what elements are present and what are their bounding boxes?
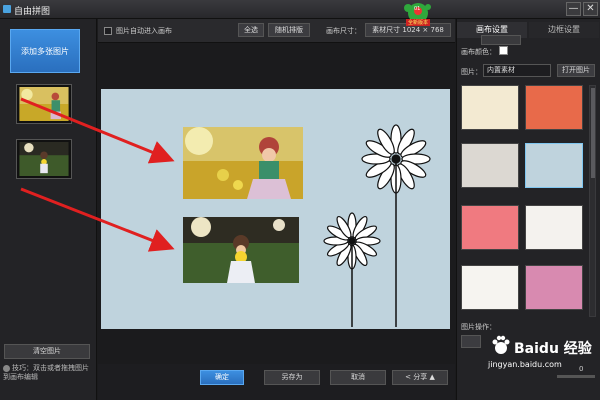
minimize-button[interactable]: — (566, 2, 581, 16)
tab-border-settings[interactable]: 边框设置 (529, 22, 599, 38)
canvas-workspace (20, 44, 455, 364)
scrollbar-thumb[interactable] (591, 88, 595, 178)
clear-images-button[interactable]: 清空图片 (4, 344, 90, 359)
canvas-color-label: 画布颜色： (461, 48, 496, 56)
collage-canvas[interactable] (20, 89, 450, 329)
app-icon (3, 5, 11, 13)
share-arrow-icon: ▲ (429, 373, 435, 381)
watermark-brand: Baidu 经验 (514, 341, 592, 357)
window-title: 自由拼图 (14, 7, 51, 17)
canvas-color-swatch[interactable] (499, 46, 508, 55)
baidu-paw-icon (492, 335, 510, 354)
open-image-button[interactable]: 打开图片 (557, 64, 595, 77)
gallery-item[interactable] (525, 205, 583, 250)
arrow-1 (20, 97, 175, 164)
action-bar: 确定 另存为 取消 < 分享 ▲ (98, 364, 455, 400)
canvas-size-label: 画布尺寸： (326, 27, 361, 35)
gallery-scrollbar[interactable] (589, 85, 596, 317)
baidu-watermark: Baidu 经验 jingyan.baidu.com (458, 330, 598, 380)
dandelion-sticker[interactable] (316, 117, 436, 327)
image-label: 图片： (461, 68, 482, 76)
add-images-button[interactable]: 添加多张图片 (10, 29, 80, 73)
new-version-badge: 01 全新版本 (398, 2, 438, 28)
badge-number: 01 (414, 6, 421, 12)
canvas-color-picker[interactable] (481, 35, 521, 45)
watermark-url: jingyan.baidu.com (488, 360, 562, 369)
instruction-arrows (20, 97, 175, 252)
gallery-item-selected[interactable] (525, 143, 583, 188)
badge-text: 全新版本 (406, 19, 431, 26)
gallery-item[interactable] (461, 205, 519, 250)
auto-canvas-label: 图片自动进入画布 (116, 27, 172, 35)
random-layout-button[interactable]: 随机排版 (268, 23, 310, 37)
gallery-item[interactable] (525, 85, 583, 130)
cancel-button[interactable]: 取消 (330, 370, 386, 385)
auto-canvas-checkbox[interactable] (104, 27, 112, 35)
tip-label: 技巧：双击或者拖拽图片到画布编辑 (3, 364, 89, 381)
gallery-item[interactable] (461, 143, 519, 188)
image-source-select[interactable]: 内置素材 (483, 64, 551, 77)
gallery-item[interactable] (461, 265, 519, 310)
title-bar: 自由拼图 — ✕ (0, 0, 600, 19)
gallery-item[interactable] (525, 265, 583, 310)
gallery-item[interactable] (461, 85, 519, 130)
share-button[interactable]: < 分享 ▲ (392, 370, 448, 385)
share-label: 分享 (413, 373, 428, 381)
close-button[interactable]: ✕ (583, 2, 598, 16)
select-all-button[interactable]: 全选 (238, 23, 264, 37)
info-icon (3, 364, 10, 372)
save-as-button[interactable]: 另存为 (264, 370, 320, 385)
ok-button[interactable]: 确定 (200, 370, 244, 385)
arrow-2 (20, 187, 175, 252)
background-gallery (461, 85, 585, 317)
tip-text: 技巧：双击或者拖拽图片到画布编辑 (3, 364, 95, 382)
